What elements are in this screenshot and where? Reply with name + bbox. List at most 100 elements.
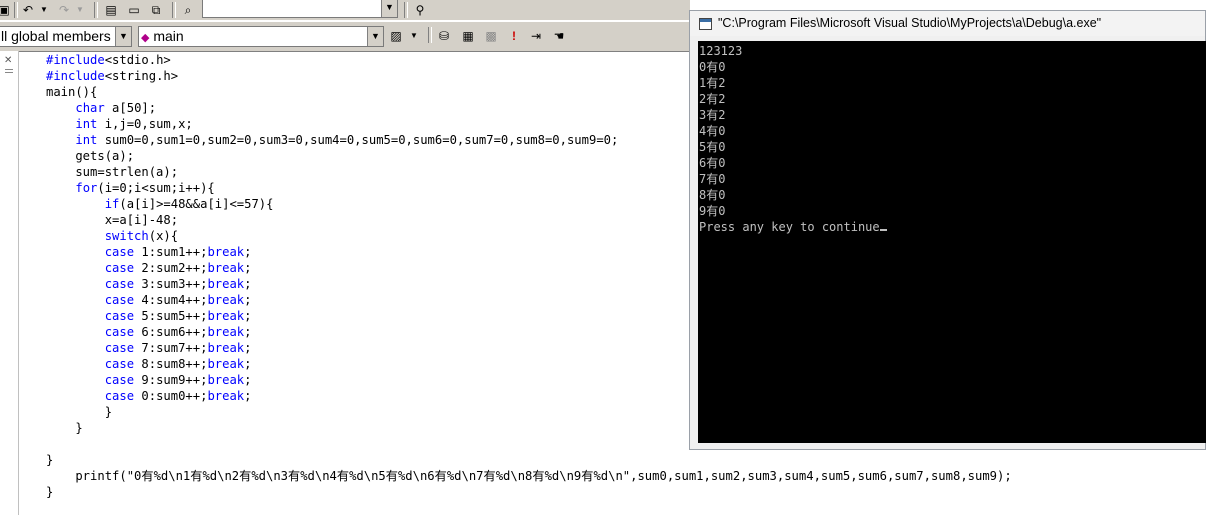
wizardbar-toolbar: ll global members ▼ ◆ main ▼ ▨ ▼ ⛁ ▦ ▩ !…: [0, 21, 690, 52]
code-text: 7:sum7++;: [134, 341, 208, 355]
console-window[interactable]: "C:\Program Files\Microsoft Visual Studi…: [689, 10, 1206, 450]
code-line[interactable]: }: [46, 452, 1012, 468]
class-wizard-icon[interactable]: ⛁: [436, 28, 452, 44]
code-keyword: case: [104, 261, 135, 275]
console-line: 7有0: [699, 172, 726, 186]
standard-toolbar: ▣ ↶ ▼ ↷ ▼ ▤ ▭ ⧉ ⌕ ▼ ⚲: [0, 0, 690, 20]
code-keyword: break: [207, 309, 245, 323]
code-keyword: case: [104, 309, 135, 323]
code-keyword: break: [207, 325, 245, 339]
function-icon: ◆: [141, 32, 150, 44]
code-keyword: case: [104, 389, 135, 403]
wizard-dropdown-icon[interactable]: ▼: [406, 28, 422, 44]
code-text: ;: [244, 261, 252, 275]
code-text: ;: [244, 341, 252, 355]
console-title: "C:\Program Files\Microsoft Visual Studi…: [718, 16, 1102, 30]
code-line[interactable]: }: [46, 484, 1012, 500]
code-keyword: int: [75, 117, 98, 131]
chevron-down-icon[interactable]: ▼: [115, 27, 131, 46]
code-text: 1:sum1++;: [134, 245, 208, 259]
breakpoint-hand-icon[interactable]: ☚: [551, 28, 567, 44]
undo-icon[interactable]: ↶: [20, 2, 36, 18]
console-line: 0有0: [699, 60, 726, 74]
output-icon[interactable]: ▭: [126, 2, 142, 18]
code-text: (i=0;i<sum;i++){: [97, 181, 215, 195]
code-line[interactable]: printf("0有%d\n1有%d\n2有%d\n3有%d\n4有%d\n5有…: [46, 468, 1011, 484]
code-keyword: case: [104, 341, 135, 355]
code-text: gets(a);: [46, 149, 135, 163]
code-text: a[50];: [104, 101, 157, 115]
code-text: x=a[i]-48;: [46, 213, 179, 227]
find-in-files-icon[interactable]: ⌕: [180, 2, 196, 18]
console-line: 6有0: [699, 156, 726, 170]
code-text: (a[i]>=48&&a[i]<=57){: [119, 197, 274, 211]
execute-icon[interactable]: !: [506, 28, 522, 44]
console-line: 8有0: [699, 188, 726, 202]
code-text: 3:sum3++;: [134, 277, 208, 291]
console-prompt: Press any key to continue: [699, 219, 1206, 235]
code-keyword: break: [207, 373, 245, 387]
windows-icon[interactable]: ⧉: [148, 2, 164, 18]
chevron-down-icon[interactable]: ▼: [367, 27, 383, 46]
code-keyword: break: [207, 389, 245, 403]
find-binoculars-icon[interactable]: ⚲: [412, 2, 428, 18]
cursor-icon: [879, 229, 887, 231]
code-text: 8:sum8++;: [134, 357, 208, 371]
build-icon[interactable]: ▩: [483, 28, 499, 44]
code-text: 4:sum4++;: [134, 293, 208, 307]
save-all-icon[interactable]: ▣: [0, 2, 12, 18]
redo-dropdown-icon[interactable]: ▼: [72, 2, 88, 18]
compile-icon[interactable]: ▦: [460, 28, 476, 44]
code-keyword: case: [104, 373, 135, 387]
workspace-icon[interactable]: ▤: [103, 2, 119, 18]
console-screen[interactable]: 123123 0有0 1有2 2有2 3有2 4有0 5有0 6有0 7有0 8有0 9有0 Pres…: [698, 41, 1206, 443]
chevron-down-icon[interactable]: ▼: [381, 0, 397, 17]
console-title-bar[interactable]: "C:\Program Files\Microsoft Visual Studi…: [690, 11, 1205, 36]
code-keyword: #include: [46, 53, 105, 67]
code-keyword: #include: [46, 69, 105, 83]
redo-icon[interactable]: ↷: [56, 2, 72, 18]
code-text: ;: [244, 357, 252, 371]
code-text: sum=strlen(a);: [46, 165, 179, 179]
code-keyword: break: [207, 293, 245, 307]
console-output: 123123 0有0 1有2 2有2 3有2 4有0 5有0 6有0 7有0 8有0 9有0 Pres…: [698, 41, 1206, 235]
code-text: 0:sum0++;: [134, 389, 208, 403]
console-line: 9有0: [699, 204, 726, 218]
wizard-action-icon[interactable]: ▨: [388, 28, 404, 44]
close-icon[interactable]: ✕: [4, 55, 12, 66]
scope-combo-value: ll global members: [1, 28, 111, 44]
go-icon[interactable]: ⇥: [528, 28, 544, 44]
code-text: }: [46, 485, 54, 499]
code-text: <stdio.h>: [104, 53, 171, 67]
code-keyword: case: [104, 277, 135, 291]
code-keyword: break: [207, 341, 245, 355]
code-text: ;: [244, 245, 252, 259]
function-combo[interactable]: ◆ main ▼: [138, 26, 384, 47]
console-line: 1有2: [699, 76, 726, 90]
code-text: main(){: [46, 85, 98, 99]
code-keyword: case: [104, 245, 135, 259]
code-keyword: if: [104, 197, 120, 211]
find-combo[interactable]: ▼: [202, 0, 398, 18]
editor-gutter: ✕: [0, 51, 19, 515]
code-keyword: break: [207, 245, 245, 259]
code-text: <string.h>: [104, 69, 179, 83]
undo-dropdown-icon[interactable]: ▼: [36, 2, 52, 18]
code-keyword: break: [207, 357, 245, 371]
console-line: 2有2: [699, 92, 726, 106]
code-text: sum0=0,sum1=0,sum2=0,sum3=0,sum4=0,sum5=…: [97, 133, 619, 147]
code-text: ;: [244, 373, 252, 387]
code-keyword: break: [207, 277, 245, 291]
console-line: 123123: [699, 44, 743, 58]
code-keyword: char: [75, 101, 105, 115]
scope-combo[interactable]: ll global members ▼: [0, 26, 132, 47]
